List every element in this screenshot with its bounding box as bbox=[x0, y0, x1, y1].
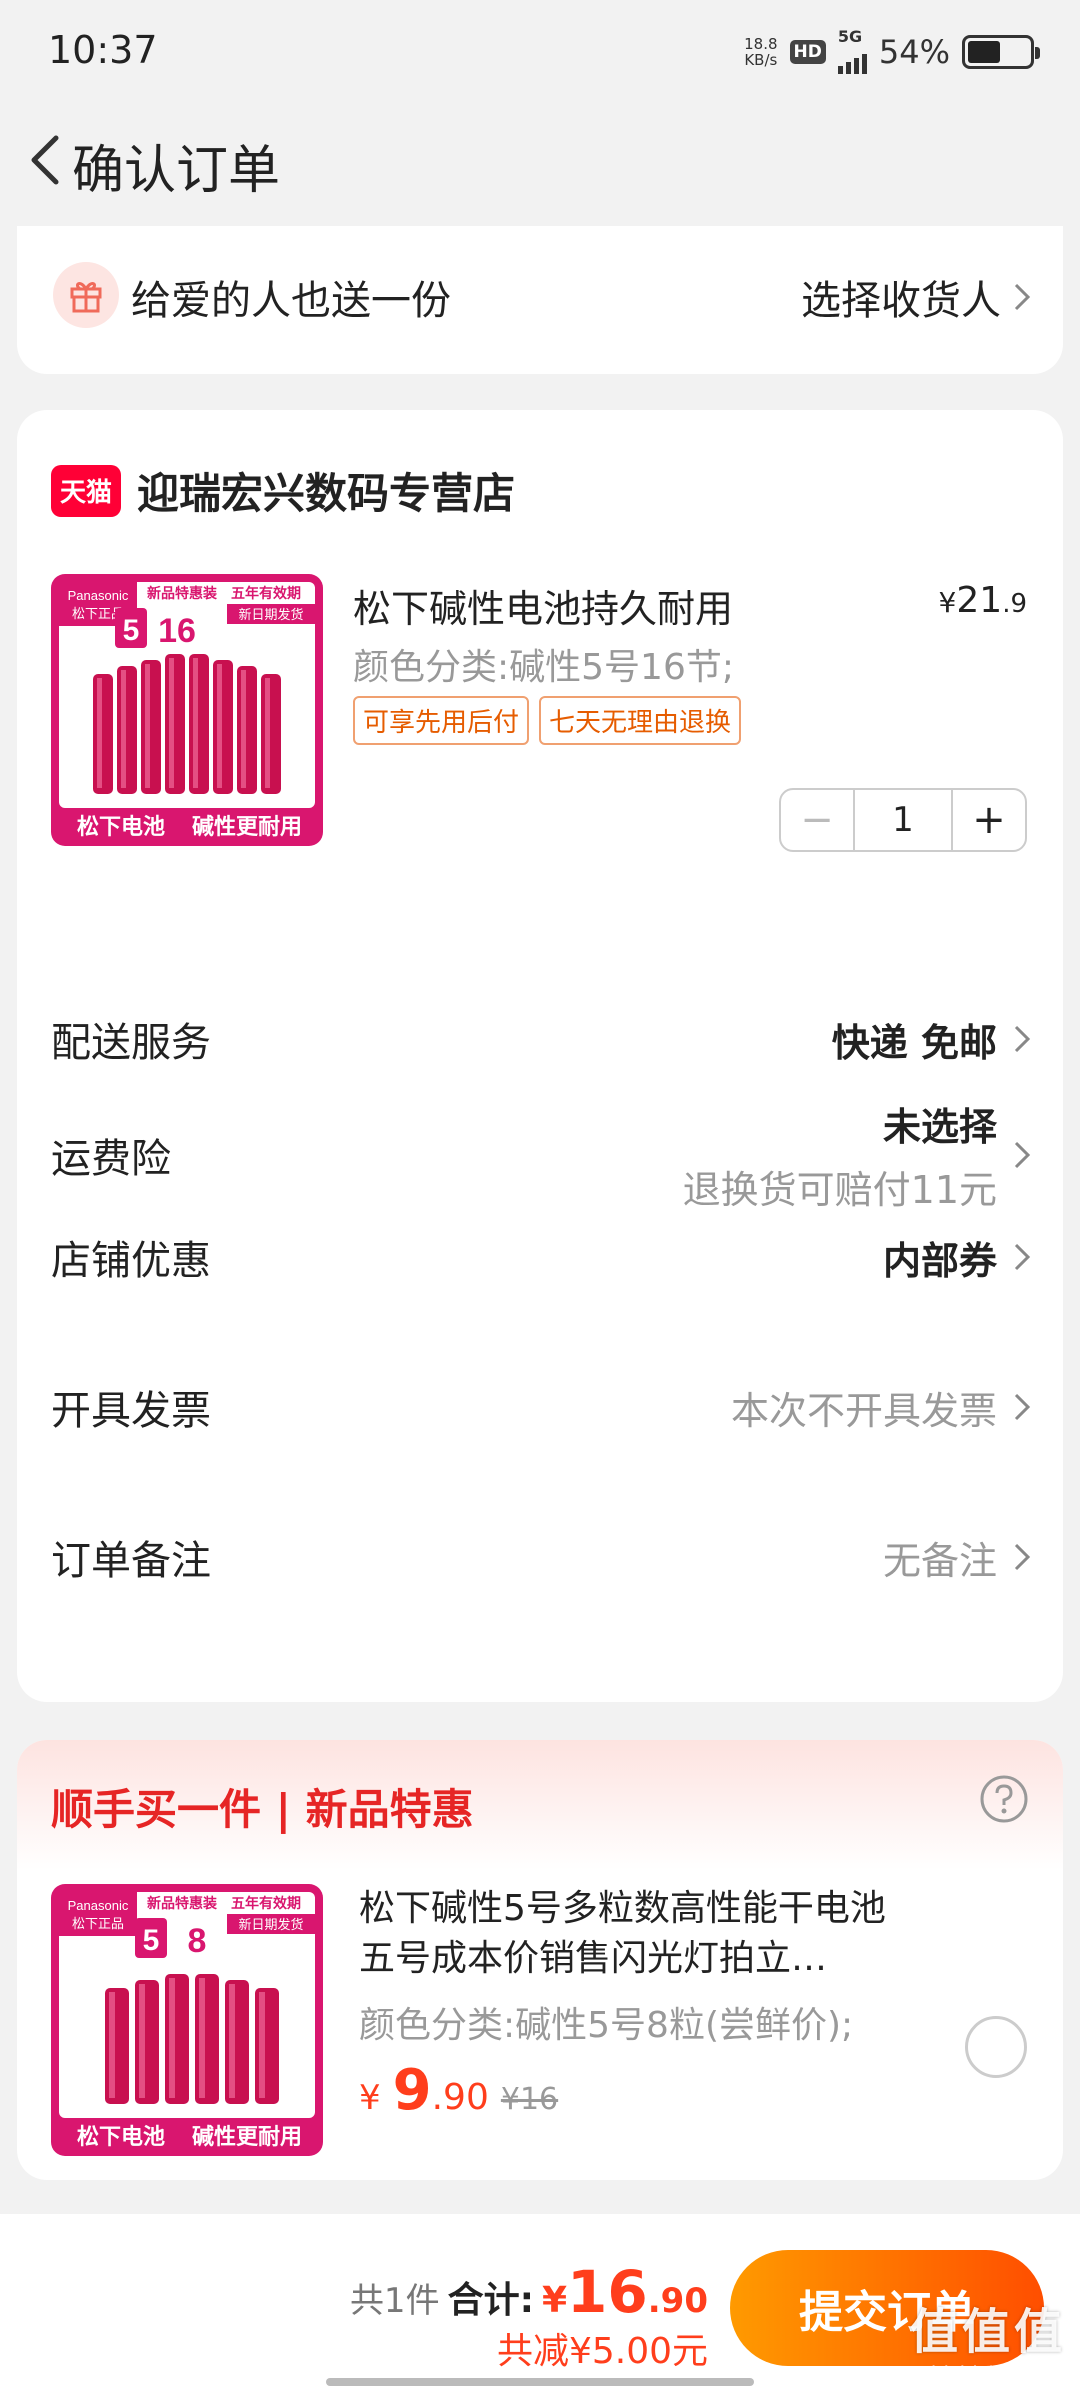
store-row[interactable]: 天猫 迎瑞宏兴数码专营店 bbox=[51, 460, 515, 521]
svg-text:8: 8 bbox=[188, 1922, 207, 1960]
watermark: 值值值 zhizhizhi.com bbox=[909, 2304, 1066, 2386]
store-discount-value: 内部券 bbox=[883, 1230, 1033, 1285]
remark-label: 订单备注 bbox=[51, 1538, 211, 1584]
svg-text:Panasonic: Panasonic bbox=[68, 1898, 129, 1913]
svg-text:松下电池: 松下电池 bbox=[77, 815, 165, 840]
product-price: ¥21.9 bbox=[938, 580, 1027, 621]
svg-text:新日期发货: 新日期发货 bbox=[238, 1917, 303, 1933]
gift-icon bbox=[53, 262, 119, 328]
store-discount-label: 店铺优惠 bbox=[51, 1238, 211, 1284]
tmall-logo: 天猫 bbox=[51, 464, 121, 517]
delivery-value: 快递 免邮 bbox=[832, 1012, 1033, 1067]
original-price: ¥16 bbox=[500, 2082, 559, 2117]
invoice-value: 本次不开具发票 bbox=[731, 1380, 1033, 1435]
status-icons: 18.8 KB/s HD 5G 54% bbox=[744, 29, 1040, 74]
select-recipient-link[interactable]: 选择收货人 bbox=[801, 268, 1033, 326]
remark-row[interactable]: 订单备注 无备注 bbox=[51, 1528, 1033, 1586]
decrease-button[interactable]: − bbox=[781, 790, 855, 850]
delivery-row[interactable]: 配送服务 快递 免邮 bbox=[51, 1010, 1033, 1068]
hd-icon: HD bbox=[789, 40, 826, 64]
service-tags: 可享先用后付 七天无理由退换 bbox=[353, 696, 742, 745]
add-recommend-radio[interactable] bbox=[965, 2016, 1027, 2078]
chevron-right-icon bbox=[1014, 283, 1031, 311]
page-title: 确认订单 bbox=[72, 141, 281, 201]
battery-percent: 54% bbox=[878, 33, 950, 71]
total-amount: ¥ 16 .90 bbox=[541, 2258, 708, 2326]
delivery-label: 配送服务 bbox=[51, 1020, 211, 1066]
increase-button[interactable]: + bbox=[951, 790, 1025, 850]
status-time: 10:37 bbox=[48, 28, 158, 72]
bottom-bar: 共1件 合计: ¥ 16 .90 共减¥5.00元 提交订单 值值值 zhizh… bbox=[0, 2214, 1080, 2400]
recommend-product-name[interactable]: 松下碱性5号多粒数高性能干电池五号成本价销售闪光灯拍立… bbox=[359, 1884, 919, 1984]
recommend-product-image[interactable]: Panasonic 松下正品 新品特惠装 五年有效期 新日期发货 5 8 松下电… bbox=[51, 1884, 323, 2156]
battery-icon bbox=[962, 35, 1040, 69]
store-name: 迎瑞宏兴数码专营店 bbox=[137, 469, 516, 518]
signal-icon: 5G bbox=[837, 29, 867, 74]
store-discount-row[interactable]: 店铺优惠 内部券 bbox=[51, 1228, 1033, 1286]
item-count: 共1件 bbox=[349, 2281, 440, 2321]
quantity-value[interactable]: 1 bbox=[855, 790, 951, 850]
total-summary: 共1件 合计: ¥ 16 .90 bbox=[350, 2258, 708, 2326]
insurance-label: 运费险 bbox=[51, 1136, 171, 1182]
svg-text:新品特惠装: 新品特惠装 bbox=[147, 1895, 218, 1912]
quantity-stepper: − 1 + bbox=[779, 788, 1027, 852]
product-image[interactable]: Panasonic 松下正品 新品特惠装 五年有效期 新日期发货 5 16 松下… bbox=[51, 574, 323, 846]
svg-text:松下正品: 松下正品 bbox=[72, 1917, 124, 1932]
svg-text:新品特惠装: 新品特惠装 bbox=[147, 585, 218, 602]
remark-value: 无备注 bbox=[883, 1530, 1033, 1585]
chevron-right-icon bbox=[1014, 1543, 1031, 1571]
insurance-value: 未选择 退换货可赔付11元 bbox=[683, 1096, 1033, 1214]
svg-text:Panasonic: Panasonic bbox=[68, 588, 129, 603]
gift-row[interactable]: 给爱的人也送一份 选择收货人 bbox=[17, 226, 1063, 374]
help-icon[interactable] bbox=[979, 1774, 1029, 1824]
net-speed: 18.8 KB/s bbox=[744, 35, 778, 69]
svg-text:5: 5 bbox=[143, 1924, 160, 1957]
back-arrow-icon[interactable] bbox=[22, 130, 70, 190]
svg-text:五年有效期: 五年有效期 bbox=[231, 585, 301, 602]
invoice-row[interactable]: 开具发票 本次不开具发票 bbox=[51, 1378, 1033, 1436]
svg-text:16: 16 bbox=[158, 612, 196, 650]
chevron-right-icon bbox=[1014, 1393, 1031, 1421]
recommend-title: 顺手买一件 | 新品特惠 bbox=[51, 1785, 474, 1834]
tag-free-return: 七天无理由退换 bbox=[539, 696, 742, 745]
svg-text:新日期发货: 新日期发货 bbox=[238, 607, 303, 623]
recommend-variant[interactable]: 颜色分类:碱性5号8粒(尝鲜价); bbox=[359, 1996, 853, 2048]
product-variant[interactable]: 颜色分类:碱性5号16节; bbox=[353, 638, 734, 690]
recommend-price: ¥ 9.90 ¥16 bbox=[359, 2058, 559, 2123]
order-card: 天猫 迎瑞宏兴数码专营店 Panasonic 松下正品 新品特惠装 五年有效期 … bbox=[17, 410, 1063, 1702]
product-title[interactable]: 松下碱性电池持久耐用 bbox=[353, 578, 733, 633]
invoice-label: 开具发票 bbox=[51, 1388, 211, 1434]
svg-text:5: 5 bbox=[123, 614, 140, 647]
page-header: 确认订单 bbox=[0, 100, 1080, 220]
saving-text: 共减¥5.00元 bbox=[496, 2331, 708, 2372]
svg-text:碱性更耐用: 碱性更耐用 bbox=[192, 814, 302, 840]
chevron-right-icon bbox=[1014, 1141, 1031, 1169]
recommend-card: 顺手买一件 | 新品特惠 Panasonic 松下正品 新品特惠装 五年有效期 … bbox=[17, 1740, 1063, 2180]
svg-text:五年有效期: 五年有效期 bbox=[231, 1895, 301, 1912]
chevron-right-icon bbox=[1014, 1243, 1031, 1271]
chevron-right-icon bbox=[1014, 1025, 1031, 1053]
status-bar: 10:37 18.8 KB/s HD 5G 54% bbox=[0, 0, 1080, 100]
total-label: 合计: bbox=[447, 2280, 534, 2321]
svg-text:松下电池: 松下电池 bbox=[77, 2125, 165, 2150]
insurance-row[interactable]: 运费险 未选择 退换货可赔付11元 bbox=[51, 1090, 1033, 1220]
tag-pay-later: 可享先用后付 bbox=[353, 696, 530, 745]
home-indicator[interactable] bbox=[326, 2378, 754, 2386]
gift-label: 给爱的人也送一份 bbox=[131, 278, 451, 324]
svg-text:碱性更耐用: 碱性更耐用 bbox=[192, 2124, 302, 2150]
